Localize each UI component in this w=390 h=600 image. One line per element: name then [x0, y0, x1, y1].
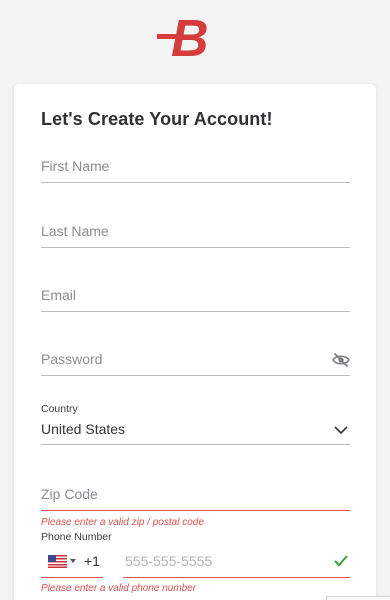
- email-input[interactable]: Email: [41, 276, 350, 312]
- country-select[interactable]: United States: [41, 409, 350, 445]
- signup-card: Let's Create Your Account! First Name La…: [14, 84, 376, 600]
- phone-number-input[interactable]: 555-555-5555: [123, 546, 350, 578]
- svg-text:B: B: [171, 12, 209, 60]
- zip-code-placeholder: Zip Code: [41, 486, 98, 502]
- phone-error-message: Please enter a valid phone number: [41, 583, 197, 594]
- brand-logo: B: [157, 12, 209, 60]
- check-icon: [334, 555, 348, 567]
- phone-label: Phone Number: [41, 531, 112, 543]
- password-input[interactable]: Password: [41, 340, 350, 376]
- email-placeholder: Email: [41, 287, 77, 303]
- recaptcha-badge: [326, 596, 390, 600]
- caret-down-icon: [70, 559, 76, 563]
- zip-code-input[interactable]: Zip Code: [41, 475, 350, 511]
- password-placeholder: Password: [41, 351, 103, 367]
- phone-placeholder: 555-555-5555: [125, 553, 213, 569]
- last-name-input[interactable]: Last Name: [41, 212, 350, 248]
- last-name-placeholder: Last Name: [41, 223, 109, 239]
- form-title: Let's Create Your Account!: [41, 109, 273, 129]
- country-value: United States: [41, 421, 126, 437]
- us-flag-icon: [48, 555, 67, 568]
- dial-code: +1: [84, 553, 100, 569]
- first-name-placeholder: First Name: [41, 158, 110, 174]
- chevron-down-icon: [334, 426, 348, 435]
- zip-error-message: Please enter a valid zip / postal code: [41, 517, 204, 528]
- country-code-select[interactable]: +1: [41, 546, 103, 578]
- first-name-input[interactable]: First Name: [41, 147, 350, 183]
- eye-off-icon[interactable]: [332, 352, 350, 368]
